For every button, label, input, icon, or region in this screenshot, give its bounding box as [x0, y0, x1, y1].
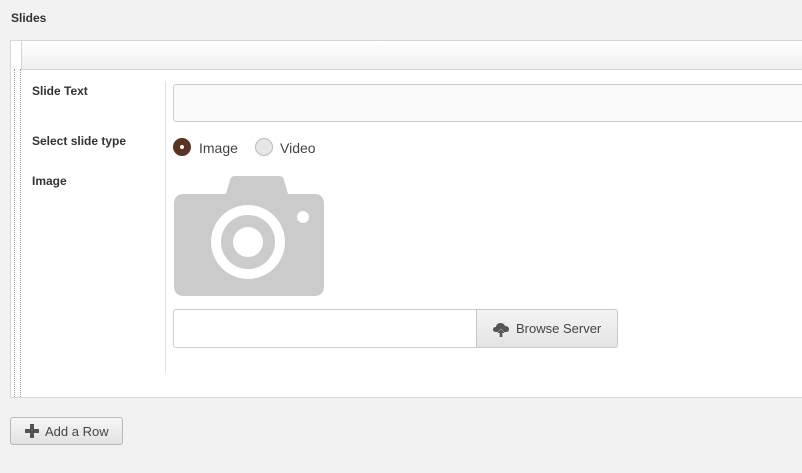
image-path-input[interactable]	[173, 309, 477, 348]
radio-image-label[interactable]: Image	[199, 140, 238, 156]
radio-video[interactable]	[255, 138, 273, 156]
plus-icon	[25, 424, 39, 438]
section-title: Slides	[11, 11, 47, 25]
image-picker: Browse Server	[173, 309, 619, 348]
add-row-button[interactable]: Add a Row	[10, 417, 123, 445]
slide-text-label: Slide Text	[32, 84, 88, 98]
row-header[interactable]	[21, 41, 802, 70]
image-label: Image	[32, 174, 67, 188]
slide-row-panel: Slide Text Select slide type Image Image…	[10, 40, 802, 398]
browse-server-label: Browse Server	[516, 321, 602, 336]
slide-text-input[interactable]	[173, 84, 802, 122]
row-drag-handle[interactable]	[14, 69, 21, 397]
slide-type-label: Select slide type	[32, 134, 127, 148]
browse-server-button[interactable]: Browse Server	[476, 309, 618, 348]
add-row-label: Add a Row	[45, 424, 109, 439]
label-column: Slide Text Select slide type Image	[32, 81, 166, 373]
radio-video-label[interactable]: Video	[280, 140, 316, 156]
cloud-upload-icon	[493, 323, 509, 337]
radio-image[interactable]	[173, 138, 191, 156]
camera-icon	[174, 176, 324, 296]
